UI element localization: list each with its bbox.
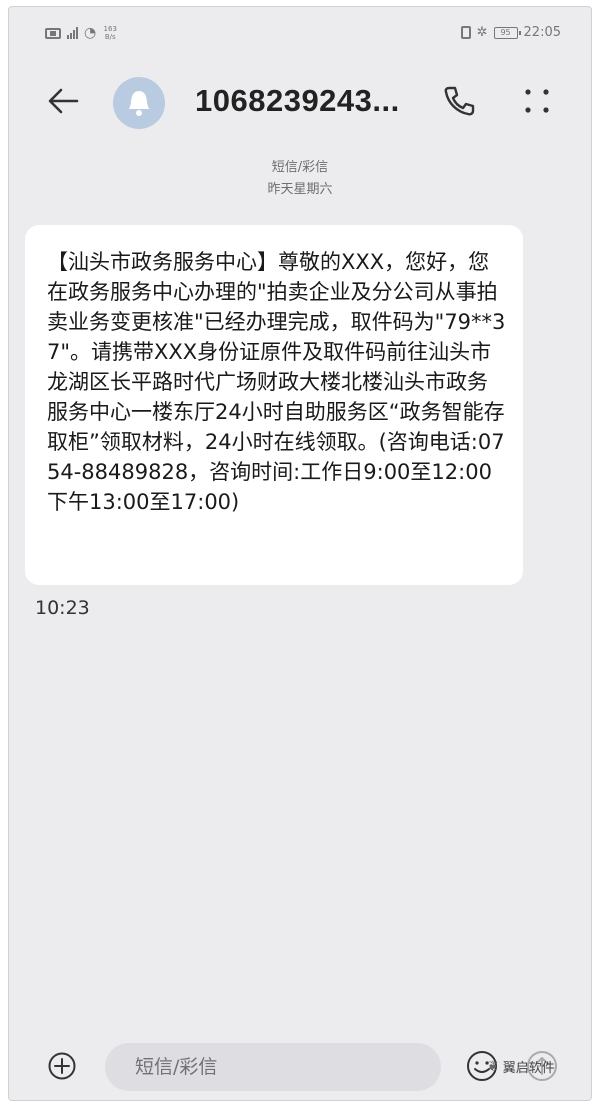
message-input[interactable] — [105, 1043, 441, 1091]
phone-screen: ◔ 163 B/s ✲ 95 22:05 1068239243... 短信/彩信… — [8, 6, 592, 1101]
watermark: ❦ 翼启软件 — [487, 1057, 555, 1077]
bluetooth-icon: ✲ — [476, 25, 488, 40]
status-right: ✲ 95 22:05 — [460, 25, 561, 40]
clock: 22:05 — [523, 25, 561, 40]
more-options-icon[interactable] — [519, 83, 555, 119]
message-type-label: 短信/彩信 — [271, 160, 329, 175]
status-bar: ◔ 163 B/s ✲ 95 22:05 — [9, 7, 591, 59]
person-bell-icon — [129, 91, 149, 116]
conversation-header: 1068239243... — [9, 67, 591, 139]
watermark-text: 翼启软件 — [502, 1061, 555, 1076]
wechat-icon: ❦ — [487, 1058, 499, 1075]
add-attachment-icon[interactable] — [47, 1051, 77, 1081]
contact-name[interactable]: 1068239243... — [195, 83, 427, 119]
thread-meta: 短信/彩信 昨天星期六 — [9, 157, 591, 201]
sim-card-icon — [45, 27, 61, 39]
vibrate-icon — [460, 26, 471, 39]
message-body: 【汕头市政务服务中心】尊敬的XXX，您好，您在政务服务中心办理的"拍卖企业及分公… — [47, 250, 506, 514]
date-divider: 昨天星期六 — [267, 182, 333, 197]
network-speed: 163 B/s — [103, 25, 117, 41]
back-arrow-icon[interactable] — [43, 81, 83, 121]
contact-avatar[interactable] — [113, 77, 165, 129]
message-timestamp: 10:23 — [35, 597, 90, 619]
status-left: ◔ 163 B/s — [45, 25, 118, 41]
phone-call-icon[interactable] — [439, 81, 479, 121]
wifi-icon: ◔ — [84, 25, 97, 41]
battery-icon: 95 — [493, 26, 521, 39]
message-bubble[interactable]: 【汕头市政务服务中心】尊敬的XXX，您好，您在政务服务中心办理的"拍卖企业及分公… — [25, 225, 523, 585]
signal-icon — [67, 27, 78, 39]
